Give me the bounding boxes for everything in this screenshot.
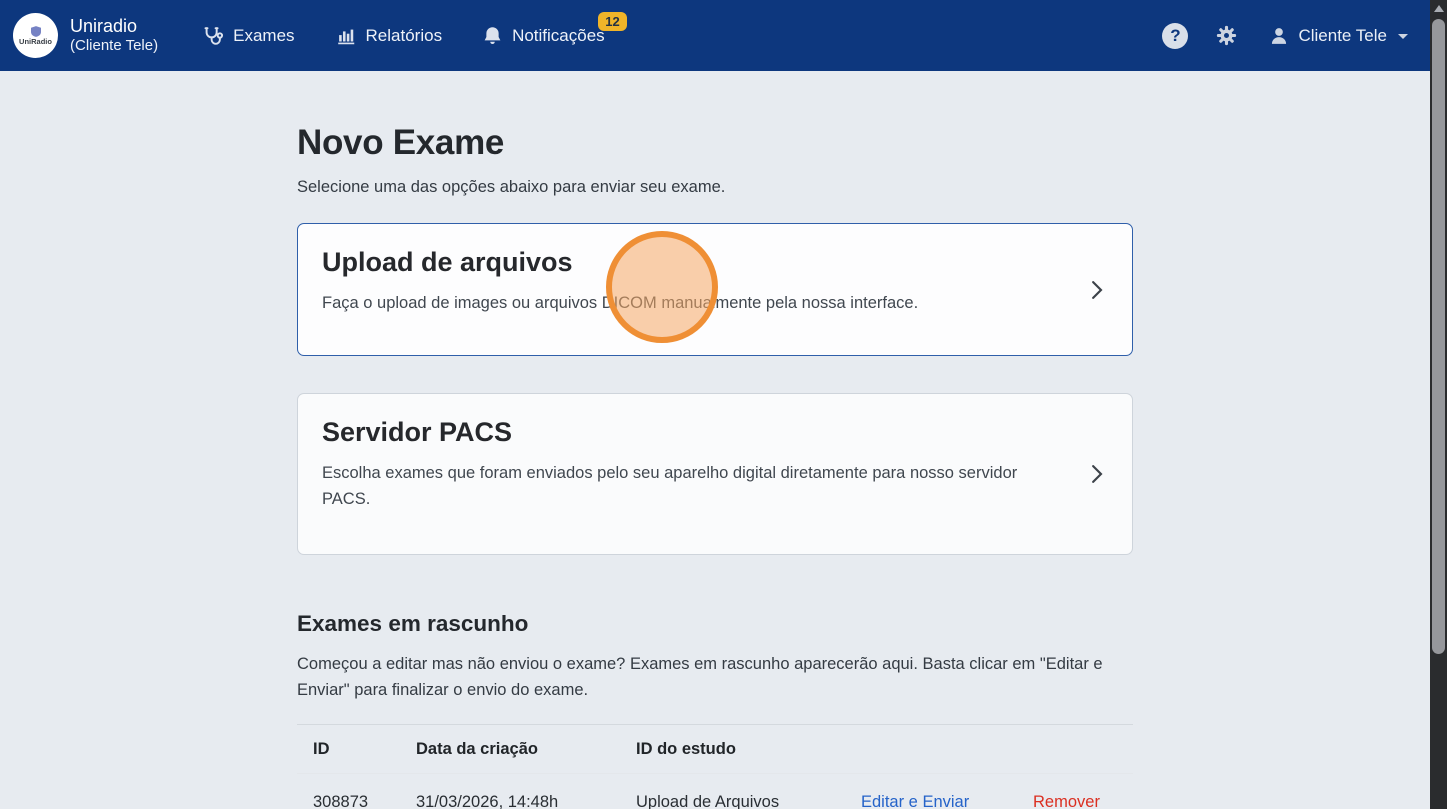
- nav-label: Relatórios: [366, 26, 443, 46]
- app-window: UniRadio Uniradio (Cliente Tele) Exames: [0, 0, 1430, 809]
- gear-icon: [1215, 24, 1238, 47]
- scrollbar-thumb[interactable]: [1432, 19, 1445, 654]
- bell-icon: [482, 25, 503, 47]
- shield-icon: [31, 26, 41, 37]
- logo-text: UniRadio: [19, 37, 52, 46]
- brand-text: Uniradio (Cliente Tele): [70, 16, 158, 56]
- scrollbar-up-arrow[interactable]: [1430, 0, 1447, 17]
- chevron-right-icon: [1083, 461, 1110, 488]
- option-card-upload[interactable]: Upload de arquivos Faça o upload de imag…: [297, 223, 1133, 356]
- card-description: Escolha exames que foram enviados pelo s…: [322, 460, 1062, 512]
- edit-and-send-link[interactable]: Editar e Enviar: [861, 793, 1033, 809]
- chevron-down-icon: [1398, 34, 1408, 44]
- help-icon[interactable]: ?: [1162, 23, 1188, 49]
- nav-item-exames[interactable]: Exames: [202, 25, 294, 47]
- col-header-created: Data da criação: [416, 740, 636, 759]
- cell-study-id: Upload de Arquivos: [636, 793, 861, 809]
- brand-home-link[interactable]: UniRadio Uniradio (Cliente Tele): [13, 13, 158, 58]
- remove-link[interactable]: Remover: [1033, 793, 1117, 809]
- card-description: Faça o upload de images ou arquivos DICO…: [322, 290, 1062, 316]
- brand-title: Uniradio: [70, 16, 158, 38]
- user-menu[interactable]: Cliente Tele: [1269, 26, 1408, 46]
- main-nav: Exames Relatórios Notificações 12: [202, 25, 605, 47]
- col-header-study: ID do estudo: [636, 740, 861, 759]
- card-title: Servidor PACS: [322, 417, 1062, 448]
- drafts-section-title: Exames em rascunho: [297, 611, 1133, 637]
- col-header-id: ID: [313, 740, 416, 759]
- settings-button[interactable]: [1215, 24, 1238, 47]
- bar-chart-icon: [335, 25, 357, 47]
- stethoscope-icon: [202, 25, 224, 47]
- nav-label: Exames: [233, 26, 294, 46]
- chevron-right-icon: [1083, 276, 1110, 303]
- top-navbar: UniRadio Uniradio (Cliente Tele) Exames: [0, 0, 1430, 71]
- nav-label: Notificações: [512, 26, 605, 46]
- option-card-pacs[interactable]: Servidor PACS Escolha exames que foram e…: [297, 393, 1133, 555]
- user-icon: [1269, 26, 1289, 46]
- table-header-row: ID Data da criação ID do estudo: [297, 725, 1133, 774]
- vertical-scrollbar[interactable]: [1430, 0, 1447, 809]
- drafts-table: ID Data da criação ID do estudo 308873 3…: [297, 724, 1133, 809]
- table-row: 308873 31/03/2026, 14:48h Upload de Arqu…: [297, 774, 1133, 809]
- nav-item-notificacoes[interactable]: Notificações 12: [482, 25, 605, 47]
- cell-created-date: 31/03/2026, 14:48h: [416, 793, 636, 809]
- card-title: Upload de arquivos: [322, 247, 1062, 278]
- page-title: Novo Exame: [297, 123, 1133, 163]
- uniradio-logo: UniRadio: [13, 13, 58, 58]
- nav-item-relatorios[interactable]: Relatórios: [335, 25, 443, 47]
- main-content: Novo Exame Selecione uma das opções abai…: [297, 71, 1133, 809]
- user-name: Cliente Tele: [1298, 26, 1387, 46]
- brand-subtitle: (Cliente Tele): [70, 37, 158, 55]
- cell-exam-id: 308873: [313, 793, 416, 809]
- navbar-right: ? Cliente Tel: [1162, 23, 1408, 49]
- notifications-badge: 12: [598, 12, 626, 32]
- drafts-section-description: Começou a editar mas não enviou o exame?…: [297, 651, 1133, 703]
- page-subtitle: Selecione uma das opções abaixo para env…: [297, 178, 1133, 197]
